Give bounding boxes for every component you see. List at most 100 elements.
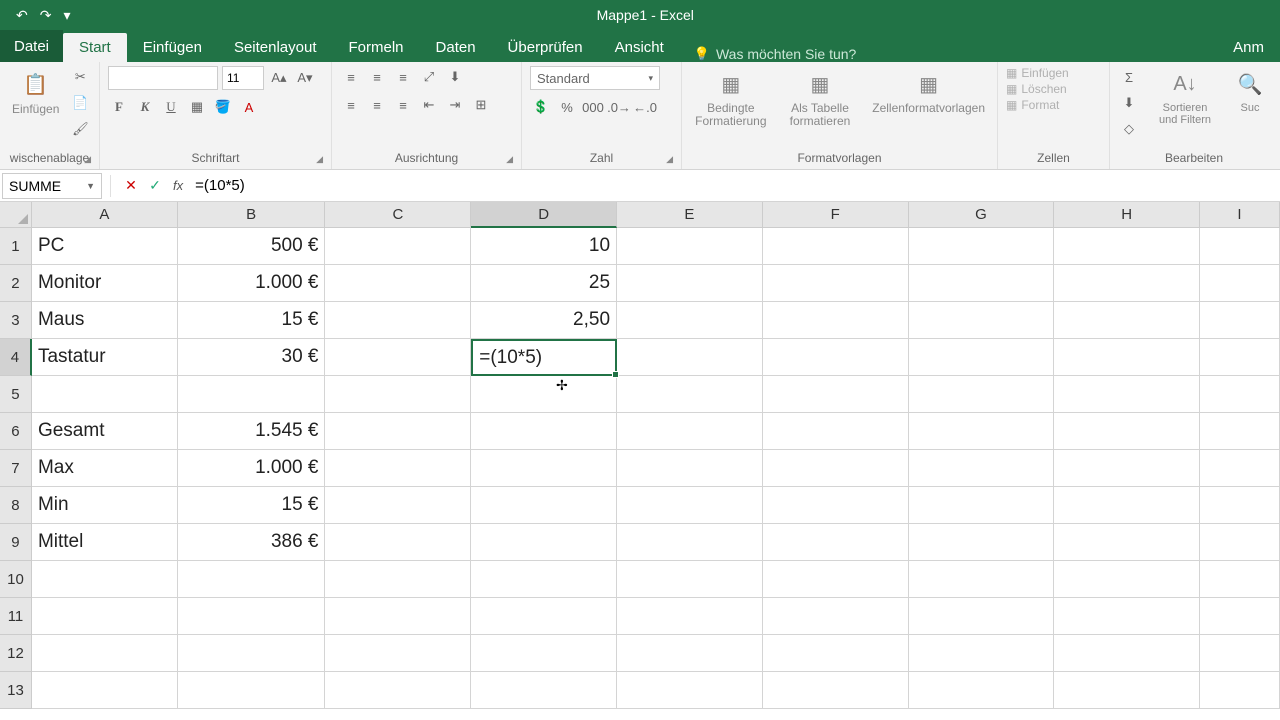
cell-C8[interactable] [325,487,471,524]
cell-F6[interactable] [763,413,909,450]
italic-button[interactable]: K [134,96,156,118]
cell-D6[interactable] [471,413,617,450]
row-header-5[interactable]: 5 [0,376,32,413]
column-header-H[interactable]: H [1054,202,1200,228]
cell-F12[interactable] [763,635,909,672]
cell-A4[interactable]: Tastatur [32,339,178,376]
cell-I13[interactable] [1200,672,1280,709]
tab-view[interactable]: Ansicht [599,33,680,62]
delete-cells-button[interactable]: ▦Löschen [1006,82,1067,96]
cell-D7[interactable] [471,450,617,487]
cell-B3[interactable]: 15 € [178,302,326,339]
number-launcher-icon[interactable]: ◢ [666,154,673,165]
tab-insert[interactable]: Einfügen [127,33,218,62]
cell-E5[interactable] [617,376,763,413]
row-header-7[interactable]: 7 [0,450,32,487]
redo-button[interactable]: ↷ [40,7,52,24]
cell-I9[interactable] [1200,524,1280,561]
cell-A1[interactable]: PC [32,228,178,265]
cell-E13[interactable] [617,672,763,709]
cell-B10[interactable] [178,561,326,598]
row-header-12[interactable]: 12 [0,635,32,672]
copy-button[interactable]: 📄 [69,92,91,114]
increase-font-button[interactable]: A▴ [268,67,290,89]
cell-B4[interactable]: 30 € [178,339,326,376]
font-name-input[interactable] [108,66,218,90]
cancel-button[interactable]: ✕ [119,174,143,198]
increase-indent-button[interactable]: ⇥ [444,94,466,116]
cell-I10[interactable] [1200,561,1280,598]
cell-G7[interactable] [909,450,1055,487]
cell-B2[interactable]: 1.000 € [178,265,326,302]
column-header-I[interactable]: I [1200,202,1280,228]
cell-C10[interactable] [325,561,471,598]
row-header-11[interactable]: 11 [0,598,32,635]
cell-F8[interactable] [763,487,909,524]
cell-G1[interactable] [909,228,1055,265]
cell-C11[interactable] [325,598,471,635]
column-header-B[interactable]: B [178,202,326,228]
cell-A11[interactable] [32,598,178,635]
column-header-D[interactable]: D [471,202,617,228]
cell-E7[interactable] [617,450,763,487]
cell-C3[interactable] [325,302,471,339]
cell-H11[interactable] [1054,598,1200,635]
cell-H9[interactable] [1054,524,1200,561]
cell-F11[interactable] [763,598,909,635]
cell-I6[interactable] [1200,413,1280,450]
align-left-button[interactable]: ≡ [340,94,362,116]
cell-H6[interactable] [1054,413,1200,450]
cell-D9[interactable] [471,524,617,561]
row-header-8[interactable]: 8 [0,487,32,524]
tab-page-layout[interactable]: Seitenlayout [218,33,333,62]
tab-formulas[interactable]: Formeln [333,33,420,62]
accounting-format-button[interactable]: 💲 [530,96,552,118]
tab-sign-in[interactable]: Anm [1217,33,1280,62]
spreadsheet-grid[interactable]: ABCDEFGHI ✢ 1PC500 €102Monitor1.000 €253… [0,202,1280,709]
cell-A5[interactable] [32,376,178,413]
cell-B1[interactable]: 500 € [178,228,326,265]
font-color-button[interactable]: A [238,96,260,118]
cell-G8[interactable] [909,487,1055,524]
tell-me-box[interactable]: 💡 Was möchten Sie tun? [680,46,857,62]
cell-H8[interactable] [1054,487,1200,524]
cell-D3[interactable]: 2,50 [471,302,617,339]
cell-C1[interactable] [325,228,471,265]
number-format-dropdown[interactable]: Standard▾ [530,66,660,90]
alignment-launcher-icon[interactable]: ◢ [506,154,513,165]
cell-E12[interactable] [617,635,763,672]
cell-H4[interactable] [1054,339,1200,376]
cell-B11[interactable] [178,598,326,635]
cell-A13[interactable] [32,672,178,709]
paste-button[interactable]: 📋 Einfügen [8,66,63,118]
decrease-indent-button[interactable]: ⇤ [418,94,440,116]
row-header-9[interactable]: 9 [0,524,32,561]
align-right-button[interactable]: ≡ [392,94,414,116]
fill-button[interactable]: ⬇ [1118,92,1140,114]
format-cells-button[interactable]: ▦Format [1006,98,1059,112]
formula-input[interactable] [189,173,1280,199]
align-bottom-button[interactable]: ≡ [392,66,414,88]
cell-H7[interactable] [1054,450,1200,487]
column-header-E[interactable]: E [617,202,763,228]
decrease-font-button[interactable]: A▾ [294,67,316,89]
cell-C9[interactable] [325,524,471,561]
cell-F1[interactable] [763,228,909,265]
cell-A8[interactable]: Min [32,487,178,524]
cell-G4[interactable] [909,339,1055,376]
cell-D13[interactable] [471,672,617,709]
tab-start[interactable]: Start [63,33,127,62]
cell-I5[interactable] [1200,376,1280,413]
cell-A6[interactable]: Gesamt [32,413,178,450]
cell-A3[interactable]: Maus [32,302,178,339]
cell-C13[interactable] [325,672,471,709]
cell-A9[interactable]: Mittel [32,524,178,561]
align-middle-button[interactable]: ≡ [366,66,388,88]
cell-styles-button[interactable]: ▦ Zellenformatvorlagen [868,66,989,117]
cell-A2[interactable]: Monitor [32,265,178,302]
cell-C7[interactable] [325,450,471,487]
cell-I3[interactable] [1200,302,1280,339]
cell-D10[interactable] [471,561,617,598]
row-header-3[interactable]: 3 [0,302,32,339]
cell-A12[interactable] [32,635,178,672]
